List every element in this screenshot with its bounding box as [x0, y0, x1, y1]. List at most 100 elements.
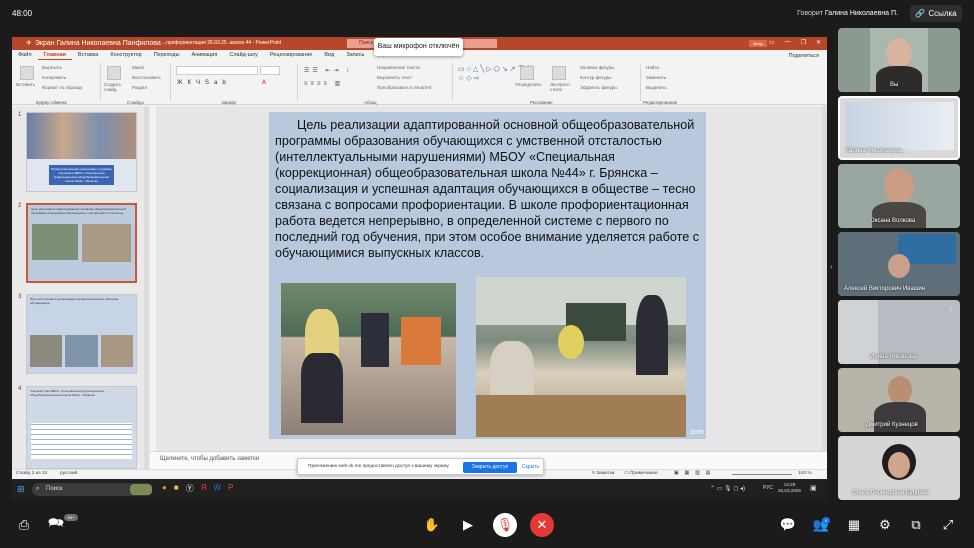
shape-effects-button[interactable]: Эффекты фигуры [580, 85, 618, 90]
fullscreen-icon[interactable]: ⤢ [936, 513, 960, 537]
new-slide-icon[interactable] [107, 66, 121, 80]
collapse-panel-icon[interactable]: › [830, 262, 833, 271]
windows-start-icon[interactable]: ⊞ [17, 484, 25, 495]
stop-sharing-button[interactable]: Закрыть доступ [463, 462, 517, 473]
participants-icon[interactable]: 👥 [809, 513, 833, 537]
paste-icon[interactable] [20, 66, 34, 80]
share-notice-text: Приложению web.vk.me предоставлен доступ… [308, 464, 450, 469]
tab-design[interactable]: Конструктор [104, 50, 147, 60]
tab-review[interactable]: Рецензирование [264, 50, 318, 60]
paste-button[interactable]: Вставить [16, 82, 35, 87]
text-direction-button[interactable]: Направление текста [377, 65, 420, 70]
folder-icon[interactable]: ■ [174, 483, 179, 494]
quick-styles-button[interactable]: Экспресс-стили [550, 82, 578, 92]
smartart-button[interactable]: Преобразовать в SmartArt [377, 85, 432, 90]
tab-animations[interactable]: Анимация [186, 50, 224, 60]
chat-icon[interactable]: 💬 [776, 513, 800, 537]
slide-thumbnail-1[interactable]: Профессиональная ориентация и трудовое о… [26, 112, 137, 192]
zoom-level[interactable]: 100 % [798, 471, 812, 476]
end-call-button[interactable]: ✕ [530, 513, 554, 537]
camera-icon[interactable]: ▶ [456, 513, 480, 537]
yandex-icon[interactable]: Я [201, 483, 207, 494]
tab-home[interactable]: Главная [37, 50, 72, 60]
maximize-icon[interactable]: ❐ [801, 39, 806, 46]
more-options-icon[interactable]: ⋮ [947, 306, 954, 314]
word-icon[interactable]: W [213, 483, 221, 494]
font-name-select[interactable] [176, 66, 258, 75]
current-slide[interactable]: Цель реализации адаптированной основной … [269, 112, 706, 439]
replace-button[interactable]: Заменить [646, 75, 666, 80]
participant-tile[interactable]: Дмитрий Кузнецов [838, 368, 960, 432]
thumbnail-scrollbar[interactable] [144, 106, 149, 469]
sign-in-button[interactable]: Вход [749, 40, 767, 47]
copy-button[interactable]: Копировать [42, 75, 66, 80]
align-text-button[interactable]: Выровнять текст [377, 75, 412, 80]
reset-button[interactable]: Восстановить [132, 75, 161, 80]
cut-button[interactable]: Вырезать [42, 65, 62, 70]
shapes-gallery[interactable]: ▭○△╲▷⬠↘↗⌒{}☆◇⇨ [458, 65, 533, 83]
mic-off-button[interactable]: 🎙 [493, 513, 517, 537]
group-drawing: Рисование [530, 100, 553, 105]
arrange-icon[interactable] [520, 66, 534, 80]
raise-hand-icon[interactable]: ✋ [420, 513, 444, 537]
ppt-share-button[interactable]: Поделиться [789, 53, 819, 59]
screen-share-icon[interactable]: ⎙ [12, 513, 36, 537]
comments-toggle[interactable]: ▭ Примечания [624, 471, 658, 476]
tab-insert[interactable]: Вставка [72, 50, 104, 60]
tab-slideshow[interactable]: Слайд-шоу [223, 50, 264, 60]
picture-in-picture-icon[interactable]: ⧉ [904, 513, 928, 537]
grid-layout-icon[interactable]: ▦ [842, 513, 866, 537]
tab-file[interactable]: Файл [12, 50, 38, 60]
notes-toggle[interactable]: ≡ Заметки [592, 471, 615, 476]
slide-thumbnail-3[interactable]: При поступлении в организацию профессион… [26, 294, 137, 374]
shared-screen: ✈ Экран Галина Николаевна Панфилова ...п… [12, 37, 827, 500]
copy-link-button[interactable]: 🔗 Ссылка [910, 5, 962, 22]
font-format-buttons[interactable]: ЖКЧSab [177, 80, 231, 86]
participant-tile[interactable]: Вы [838, 28, 960, 92]
tray-icons[interactable]: ⌃ ▭ 🎙 ◻ ◂) [710, 485, 745, 492]
tab-view[interactable]: Вид [318, 50, 340, 60]
font-size-select[interactable] [260, 66, 280, 75]
section-button[interactable]: Раздел [132, 85, 147, 90]
format-painter-button[interactable]: Формат по образцу [42, 85, 82, 90]
firefox-icon[interactable]: ● [162, 483, 167, 494]
participant-tile[interactable]: Ольга Леонидовна Бурцева [838, 436, 960, 500]
ribbon-display-icon[interactable]: ▭ [769, 39, 775, 46]
view-buttons[interactable]: ▣▦▥▤ [674, 471, 716, 476]
participant-tile[interactable]: Ирина Никанова ⋮ [838, 300, 960, 364]
input-language[interactable]: РУС [763, 485, 773, 491]
powerpoint-icon[interactable]: P [228, 483, 233, 494]
select-button[interactable]: Выделить [646, 85, 667, 90]
slide-photo-meeting[interactable] [476, 277, 686, 437]
shape-outline-button[interactable]: Контур фигуры [580, 75, 611, 80]
layout-button[interactable]: Макет [132, 65, 145, 70]
hide-notice-button[interactable]: Скрыть [522, 464, 539, 470]
settings-gear-icon[interactable]: ⚙ [873, 513, 897, 537]
new-slide-button[interactable]: Создать слайд [104, 82, 126, 92]
slide-thumbnail-4[interactable]: Учебный план МБОУ «Специальная (коррекци… [26, 386, 137, 469]
participant-tile[interactable]: Галина Николаевна... [838, 96, 960, 160]
quick-styles-icon[interactable] [552, 66, 566, 80]
shape-fill-button[interactable]: Заливка фигуры [580, 65, 614, 70]
find-button[interactable]: Найти [646, 65, 659, 70]
font-color-icon[interactable]: A [262, 80, 266, 86]
yandex-browser-icon[interactable]: Ⓨ [186, 483, 194, 494]
notification-icon[interactable]: ▣ [810, 484, 817, 492]
arrange-button[interactable]: Упорядочить [515, 82, 545, 87]
minimize-icon[interactable]: — [785, 39, 791, 46]
close-icon[interactable]: ✕ [816, 39, 821, 46]
tab-transitions[interactable]: Переходы [148, 50, 186, 60]
slide-scrollbar[interactable] [822, 106, 827, 451]
widget-icon[interactable] [130, 484, 152, 495]
taskbar-clock[interactable]: 14:28 26.03.2025 [778, 482, 801, 494]
slide-photo-classroom[interactable] [281, 283, 456, 435]
participant-tile[interactable]: Оксана Волкова [838, 164, 960, 228]
slide-body-text[interactable]: Цель реализации адаптированной основной … [275, 117, 700, 261]
list-buttons[interactable]: ☰☰ ⇤⇥ ↕ [304, 67, 352, 74]
participant-tile[interactable]: Алексей Викторович Ивашин [838, 232, 960, 296]
zoom-slider[interactable] [732, 474, 792, 475]
align-buttons[interactable]: ≡≡≡≡ ▥ [304, 80, 343, 87]
tab-record[interactable]: Запись [340, 50, 370, 60]
participant-name: Ольга Леонидовна Бурцева [852, 490, 930, 496]
slide-thumbnail-2[interactable]: Цель реализации адаптированной основной … [26, 203, 137, 283]
